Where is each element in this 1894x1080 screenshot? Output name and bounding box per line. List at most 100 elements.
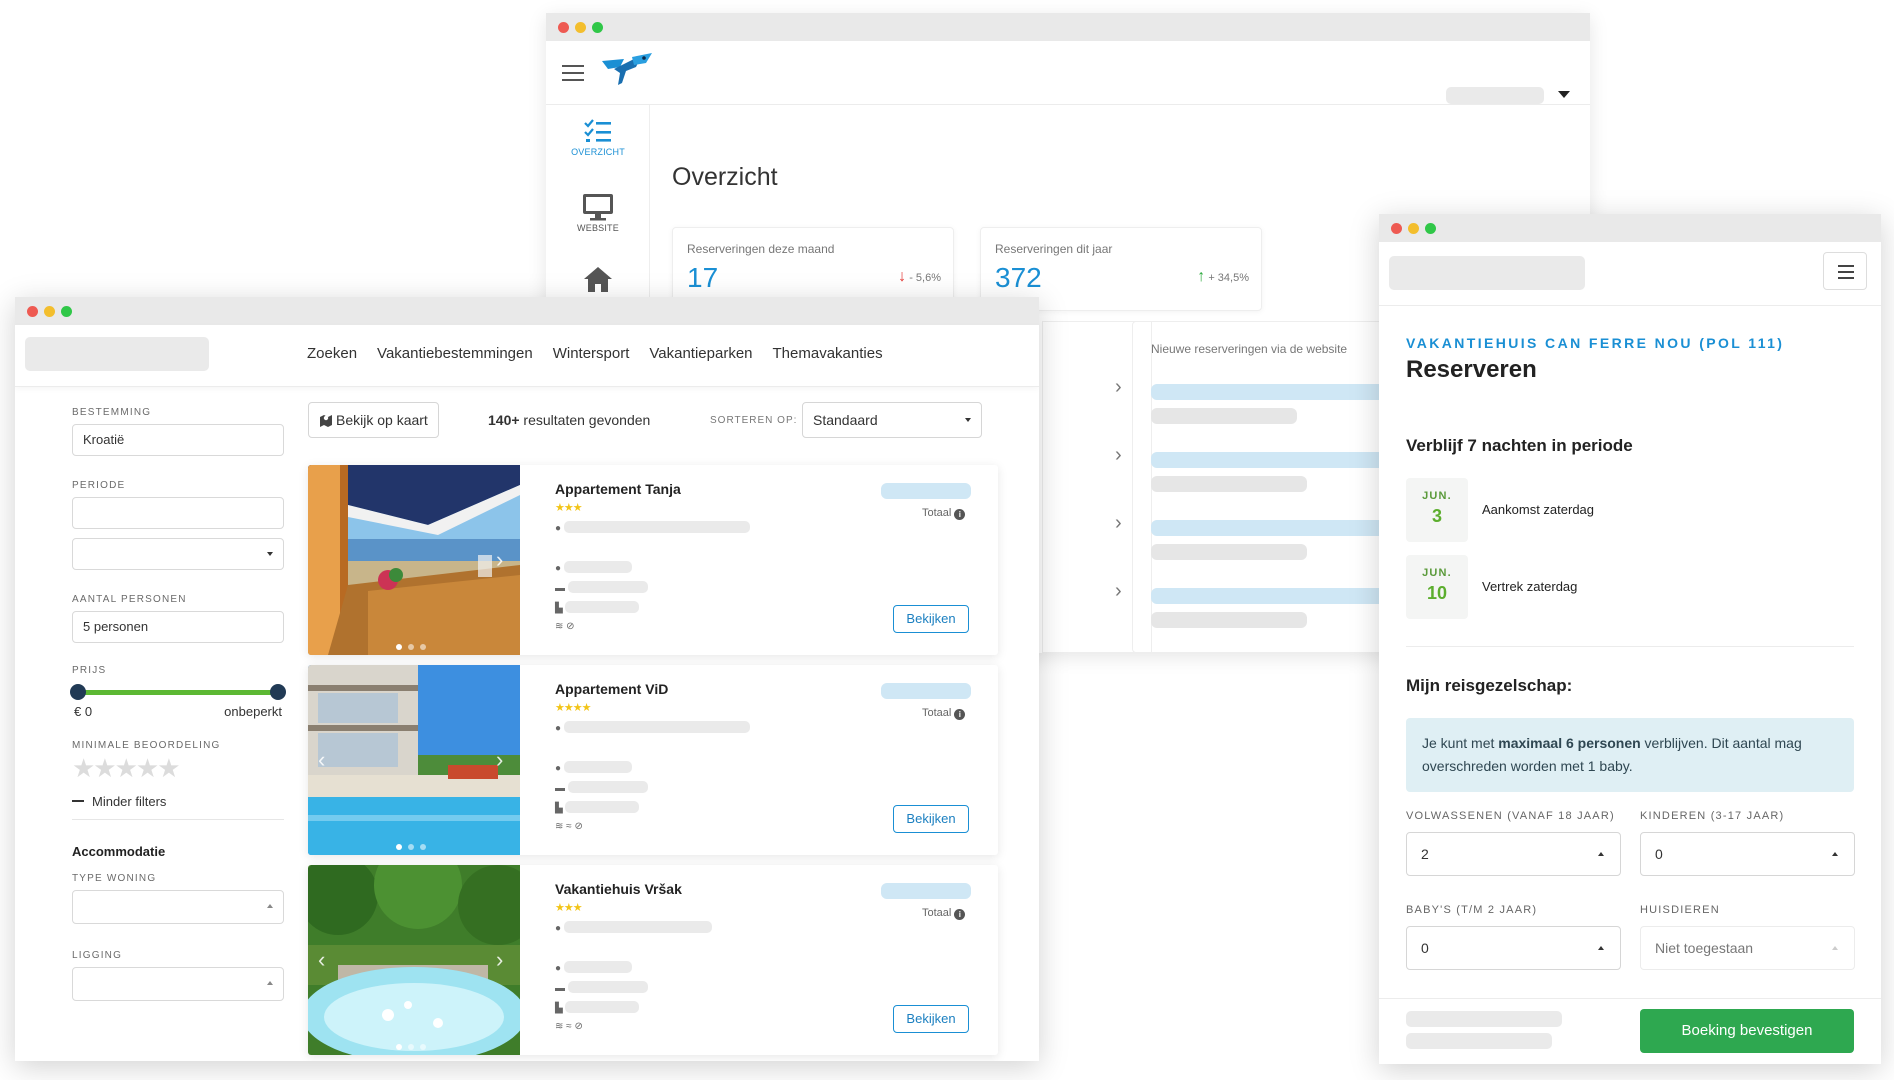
pets-label: HUISDIEREN xyxy=(1640,904,1720,916)
listing-card[interactable]: ‹ › Appartement ViD ★★★★ Totaal i ● ● ▬ … xyxy=(308,665,998,855)
price-placeholder xyxy=(881,883,971,899)
pets-select[interactable]: Niet toegestaan xyxy=(1640,926,1855,970)
logo-icon xyxy=(602,53,652,85)
divider xyxy=(1406,646,1854,647)
nav-item-zoeken[interactable]: Zoeken xyxy=(307,345,357,362)
menu-button[interactable] xyxy=(1823,252,1867,290)
party-heading: Mijn reisgezelschap: xyxy=(1406,676,1573,695)
pool-icon: ≈ xyxy=(566,1021,572,1032)
minimize-dot[interactable] xyxy=(44,306,55,317)
row-placeholder xyxy=(1151,452,1391,468)
period-select[interactable] xyxy=(72,538,284,570)
period-date-input[interactable] xyxy=(72,497,284,529)
brand-logo-placeholder[interactable] xyxy=(1389,256,1585,290)
nav-item-wintersport[interactable]: Wintersport xyxy=(553,345,630,362)
minimize-dot[interactable] xyxy=(1408,223,1419,234)
persons-row: ● xyxy=(555,961,632,974)
nav-item-vakantieparken[interactable]: Vakantieparken xyxy=(649,345,752,362)
listing-photo[interactable]: › xyxy=(308,465,520,655)
price-slider-max-handle[interactable] xyxy=(270,684,286,700)
bath-icon: ▙ xyxy=(555,803,563,814)
listing-stars: ★★★ xyxy=(555,902,583,914)
accommodation-heading: Accommodatie xyxy=(72,844,166,859)
chevron-right-icon[interactable]: › xyxy=(1115,444,1122,467)
map-button[interactable]: Bekijk op kaart xyxy=(308,402,439,438)
destination-input[interactable]: Kroatië xyxy=(72,424,284,456)
type-label: TYPE WONING xyxy=(72,873,157,884)
location-row: ● xyxy=(555,921,712,934)
price-placeholder xyxy=(881,483,971,499)
chevron-right-icon[interactable]: › xyxy=(496,547,503,573)
chevron-left-icon[interactable]: ‹ xyxy=(318,747,325,773)
user-name-placeholder[interactable] xyxy=(1446,87,1544,104)
price-slider[interactable] xyxy=(70,682,286,700)
babies-select[interactable]: 0 xyxy=(1406,926,1621,970)
chevron-down-icon[interactable] xyxy=(1558,91,1570,98)
close-dot[interactable] xyxy=(558,22,569,33)
brand-logo-placeholder[interactable] xyxy=(25,337,209,371)
dashboard-titlebar xyxy=(546,13,1590,41)
view-button[interactable]: Bekijken xyxy=(893,1005,969,1033)
chevron-right-icon[interactable]: › xyxy=(1115,376,1122,399)
view-button[interactable]: Bekijken xyxy=(893,605,969,633)
chevron-right-icon[interactable]: › xyxy=(496,947,503,973)
view-button[interactable]: Bekijken xyxy=(893,805,969,833)
menu-icon[interactable] xyxy=(562,65,584,86)
info-icon[interactable]: i xyxy=(954,909,966,920)
adults-select[interactable]: 2 xyxy=(1406,832,1621,876)
price-slider-min-handle[interactable] xyxy=(70,684,86,700)
pin-icon: ● xyxy=(555,723,562,734)
departure-month: JUN. xyxy=(1422,567,1452,579)
chevron-left-icon[interactable]: ‹ xyxy=(318,947,325,973)
maximize-dot[interactable] xyxy=(61,306,72,317)
chevron-right-icon[interactable]: › xyxy=(1115,512,1122,535)
maximize-dot[interactable] xyxy=(592,22,603,33)
location-row: ● xyxy=(555,521,750,534)
location-select[interactable] xyxy=(72,967,284,1001)
bed-icon: ▬ xyxy=(555,583,565,594)
sidebar-item-overzicht[interactable]: OVERZICHT xyxy=(546,119,650,157)
price-total-label: Totaal i xyxy=(922,507,966,520)
less-filters-toggle[interactable]: Minder filters xyxy=(72,794,284,809)
info-icon[interactable]: i xyxy=(954,509,966,520)
persons-label: AANTAL PERSONEN xyxy=(72,594,187,605)
persons-input[interactable]: 5 personen xyxy=(72,611,284,643)
chevron-down-icon xyxy=(267,552,273,556)
wifi-icon: ≋ xyxy=(555,1021,564,1032)
maximize-dot[interactable] xyxy=(1425,223,1436,234)
listing-title[interactable]: Vakantiehuis Vršak xyxy=(555,881,682,897)
sort-select[interactable]: Standaard xyxy=(802,402,982,438)
price-min: € 0 xyxy=(74,704,93,719)
user-icon: ● xyxy=(555,563,562,574)
list-check-icon xyxy=(584,119,611,142)
rating-stars[interactable]: ★★★★★ xyxy=(72,753,284,784)
price-max: onbeperkt xyxy=(224,704,282,719)
listing-photo[interactable]: ‹ › xyxy=(308,865,520,1055)
children-select[interactable]: 0 xyxy=(1640,832,1855,876)
search-titlebar xyxy=(15,297,1039,325)
sidebar-item-home[interactable] xyxy=(546,265,650,295)
close-dot[interactable] xyxy=(1391,223,1402,234)
nav-item-vakantiebestemmingen[interactable]: Vakantiebestemmingen xyxy=(377,345,533,362)
bedrooms-row: ▬ xyxy=(555,981,648,994)
listing-photo[interactable]: ‹ › xyxy=(308,665,520,855)
user-icon: ● xyxy=(555,763,562,774)
minimize-dot[interactable] xyxy=(575,22,586,33)
close-dot[interactable] xyxy=(27,306,38,317)
info-icon[interactable]: i xyxy=(954,709,966,720)
chevron-right-icon[interactable]: › xyxy=(1115,580,1122,603)
listing-card[interactable]: › Appartement Tanja ★★★ Totaal i ● ● ▬ ▙… xyxy=(308,465,998,655)
type-select[interactable] xyxy=(72,890,284,924)
sidebar-item-website[interactable]: WEBSITE xyxy=(546,193,650,233)
confirm-booking-button[interactable]: Boeking bevestigen xyxy=(1640,1009,1854,1053)
chevron-right-icon[interactable]: › xyxy=(496,747,503,773)
listing-title[interactable]: Appartement ViD xyxy=(555,681,668,697)
chevron-up-icon xyxy=(267,981,273,985)
bath-icon: ▙ xyxy=(555,603,563,614)
sort-label: SORTEREN OP: xyxy=(710,415,798,426)
listing-title[interactable]: Appartement Tanja xyxy=(555,481,681,497)
booking-title: Reserveren xyxy=(1406,356,1537,383)
results-count: 140+ resultaten gevonden xyxy=(488,412,651,428)
listing-card[interactable]: ‹ › Vakantiehuis Vršak ★★★ Totaal i ● ● … xyxy=(308,865,998,1055)
nav-item-themavakanties[interactable]: Themavakanties xyxy=(773,345,883,362)
